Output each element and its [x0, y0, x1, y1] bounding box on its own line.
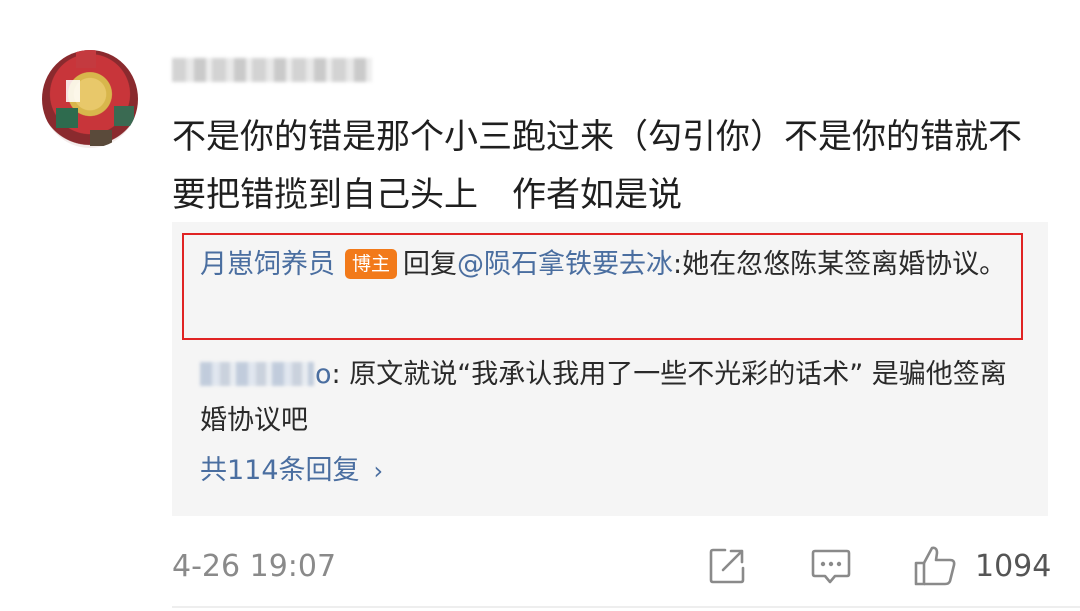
reply-author[interactable]: 月崽饲养员 — [200, 249, 335, 280]
avatar[interactable] — [42, 50, 138, 148]
blogger-badge: 博主 — [345, 249, 398, 279]
share-icon — [709, 548, 745, 584]
reply-content: :她在忽悠陈某签离婚协议。 — [673, 249, 1007, 280]
reply-author-blurred[interactable] — [200, 362, 314, 386]
comment-button[interactable] — [809, 544, 853, 588]
comment-timestamp: 4-26 19:07 — [172, 549, 337, 584]
reply-item[interactable]: 月崽饲养员 博主 回复@陨石拿铁要去冰:她在忽悠陈某签离婚协议。 — [200, 242, 1010, 288]
share-button[interactable] — [705, 544, 749, 588]
divider — [172, 606, 1080, 608]
more-replies-link[interactable]: 共114条回复 › — [200, 448, 383, 494]
commenter-name-blurred[interactable] — [172, 58, 372, 82]
reply-author-tail[interactable]: o — [315, 359, 332, 390]
like-count: 1094 — [975, 549, 1052, 584]
chevron-right-icon: › — [373, 457, 384, 485]
like-button[interactable] — [912, 544, 960, 588]
reply-mention[interactable]: @陨石拿铁要去冰 — [457, 249, 673, 280]
more-replies-label: 共114条回复 — [200, 455, 360, 486]
comment-icon — [811, 549, 851, 584]
reply-item[interactable]: o: 原文就说“我承认我用了一些不光彩的话术” 是骗他签离婚协议吧 — [200, 352, 1020, 444]
thumbs-up-icon — [914, 546, 956, 586]
reply-word: 回复 — [403, 249, 458, 280]
comment-text: 不是你的错是那个小三跑过来（勾引你）不是你的错就不要把错揽到自己头上 作者如是说 — [172, 117, 1022, 215]
